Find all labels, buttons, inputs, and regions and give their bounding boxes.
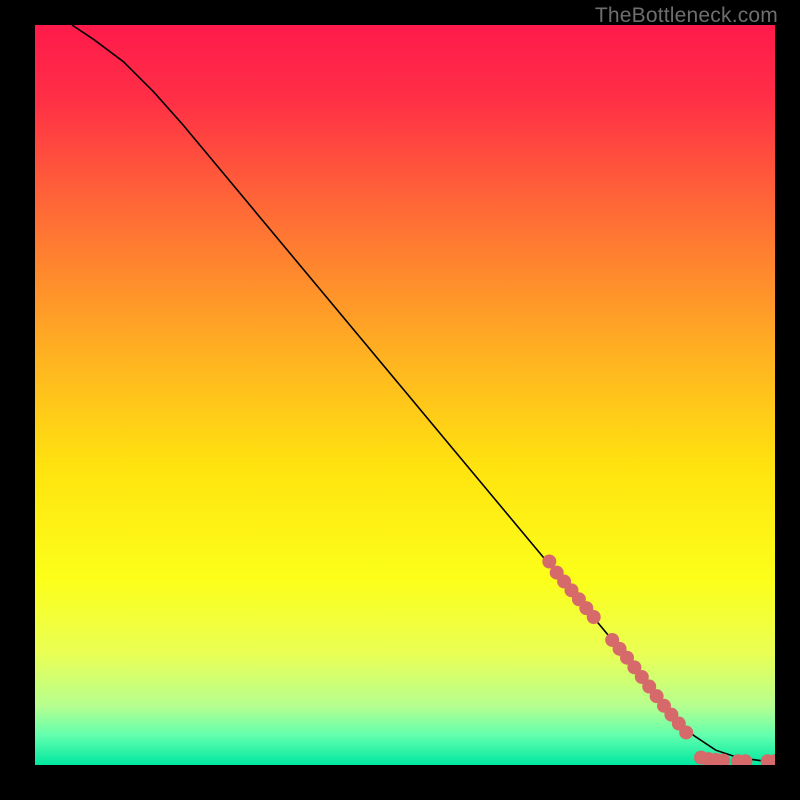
scatter-point — [579, 601, 593, 615]
scatter-point — [650, 689, 664, 703]
scatter-point — [613, 642, 627, 656]
scatter-point — [565, 583, 579, 597]
scatter-point — [664, 708, 678, 722]
scatter-point — [679, 725, 693, 739]
scatter-point — [716, 754, 730, 765]
scatter-point — [768, 754, 775, 765]
scatter-points — [542, 555, 775, 766]
scatter-point — [572, 592, 586, 606]
scatter-point — [731, 754, 745, 765]
plot-area — [35, 25, 775, 765]
scatter-point — [709, 753, 723, 765]
scatter-point — [605, 633, 619, 647]
curve-line — [72, 25, 775, 761]
scatter-point — [657, 699, 671, 713]
scatter-point — [738, 754, 752, 765]
gradient-background — [35, 25, 775, 765]
scatter-point — [694, 751, 708, 765]
scatter-point — [557, 574, 571, 588]
scatter-point — [635, 670, 649, 684]
scatter-point — [542, 555, 556, 569]
chart-svg — [35, 25, 775, 765]
scatter-point — [701, 752, 715, 765]
scatter-point — [672, 717, 686, 731]
scatter-point — [627, 660, 641, 674]
scatter-point — [620, 651, 634, 665]
scatter-point — [761, 754, 775, 765]
chart-frame: TheBottleneck.com — [0, 0, 800, 800]
scatter-point — [642, 680, 656, 694]
scatter-point — [550, 566, 564, 580]
scatter-point — [587, 610, 601, 624]
